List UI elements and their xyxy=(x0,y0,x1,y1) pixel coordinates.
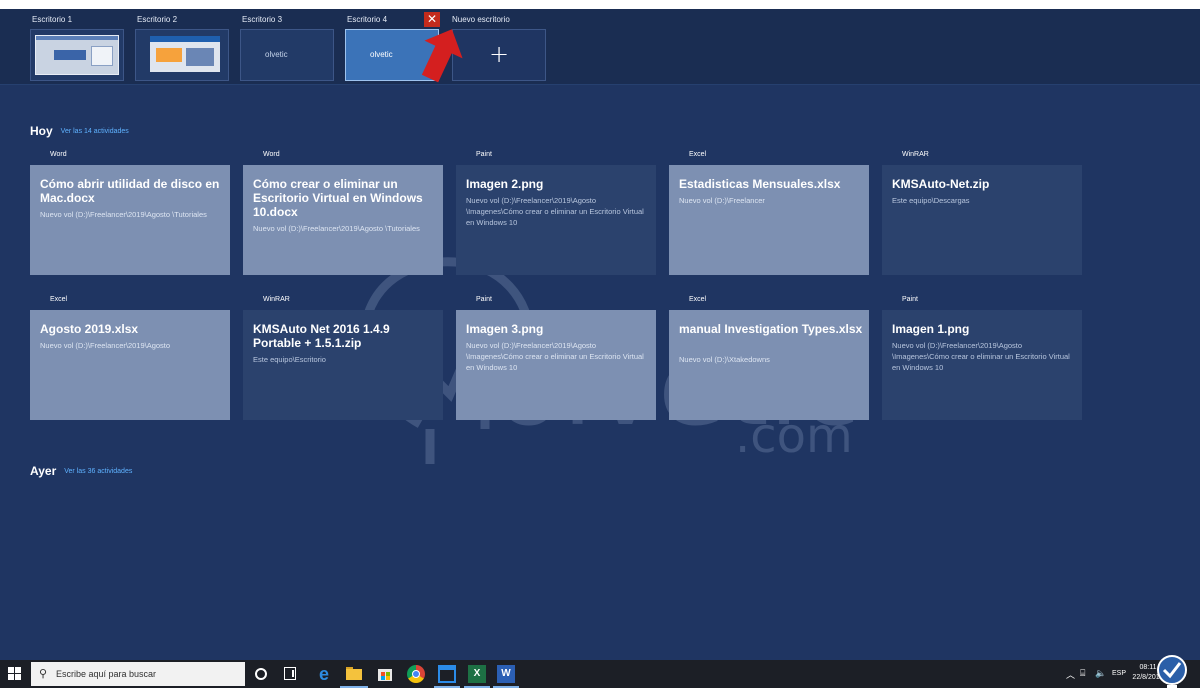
card-2-app: Word xyxy=(263,151,280,158)
edge-icon[interactable]: e xyxy=(315,665,333,683)
yesterday-title: Ayer xyxy=(30,464,57,478)
desktop-3[interactable]: Escritorio 3 olvetic xyxy=(240,9,334,85)
new-desktop-label: Nuevo escritorio xyxy=(452,15,510,24)
desktop-2-label: Escritorio 2 xyxy=(137,15,178,24)
task-view-icon[interactable] xyxy=(284,667,296,680)
card-title: KMSAuto-Net.zip xyxy=(892,177,990,191)
activity-card[interactable]: Imagen 2.png Nuevo vol (D:)\Freelancer\2… xyxy=(456,165,656,275)
search-placeholder: Escribe aquí para buscar xyxy=(56,669,157,679)
active-app-indicator xyxy=(464,686,490,688)
card-path: Nuevo vol (D:)\Freelancer\2019\Agosto \T… xyxy=(253,224,420,233)
active-app-indicator xyxy=(493,686,519,688)
store-icon[interactable] xyxy=(376,665,394,683)
desktop-2[interactable]: Escritorio 2 xyxy=(135,9,229,85)
card-10-app: Paint xyxy=(902,296,918,303)
card-3-app: Paint xyxy=(476,151,492,158)
chevron-up-icon[interactable]: ︿ xyxy=(1066,668,1075,681)
olvetic-logo xyxy=(1157,655,1187,690)
close-icon: ✕ xyxy=(426,12,438,26)
search-icon: ⚲ xyxy=(39,668,48,680)
desktop-2-thumbnail[interactable] xyxy=(135,29,229,81)
card-title: Imagen 3.png xyxy=(466,322,544,336)
desktop-1-thumbnail[interactable] xyxy=(30,29,124,81)
desktop-3-thumbnail[interactable]: olvetic xyxy=(240,29,334,81)
desktops-bar: Escritorio 1 Escritorio 2 Escritorio 3 o… xyxy=(0,9,1200,85)
activity-card[interactable]: Cómo crear o eliminar un Escritorio Virt… xyxy=(243,165,443,275)
desktop-1-label: Escritorio 1 xyxy=(32,15,73,24)
activity-card[interactable]: Cómo abrir utilidad de disco en Mac.docx… xyxy=(30,165,230,275)
activity-card[interactable]: Imagen 1.png Nuevo vol (D:)\Freelancer\2… xyxy=(882,310,1082,420)
card-title: Cómo abrir utilidad de disco en Mac.docx xyxy=(40,177,220,205)
card-path: Este equipo\Escritorio xyxy=(253,355,326,364)
card-title: Estadisticas Mensuales.xlsx xyxy=(679,177,841,191)
card-title: manual Investigation Types.xlsx xyxy=(679,322,863,336)
activity-card[interactable]: Agosto 2019.xlsx Nuevo vol (D:)\Freelanc… xyxy=(30,310,230,420)
card-path: Nuevo vol (D:)\Freelancer\2019\Agosto \I… xyxy=(466,196,644,227)
card-path: Nuevo vol (D:)\Freelancer xyxy=(679,196,765,205)
chrome-icon[interactable] xyxy=(407,665,425,683)
word-icon[interactable]: W xyxy=(497,665,515,683)
activity-card[interactable]: KMSAuto-Net.zip Este equipo\Descargas xyxy=(882,165,1082,275)
card-path: Nuevo vol (D:)\Xtakedowns xyxy=(679,355,770,364)
today-header: Hoy Ver las 14 actividades xyxy=(30,124,129,138)
today-title: Hoy xyxy=(30,124,53,138)
activity-card[interactable]: manual Investigation Types.xlsx Nuevo vo… xyxy=(669,310,869,420)
window-app-icon[interactable] xyxy=(438,665,456,683)
activity-card[interactable]: Imagen 3.png Nuevo vol (D:)\Freelancer\2… xyxy=(456,310,656,420)
card-9-app: Excel xyxy=(689,296,707,303)
card-path: Nuevo vol (D:)\Freelancer\2019\Agosto \T… xyxy=(40,210,207,219)
new-desktop-button[interactable]: + xyxy=(452,29,546,81)
activity-card[interactable]: Estadisticas Mensuales.xlsx Nuevo vol (D… xyxy=(669,165,869,275)
card-6-app: Excel xyxy=(50,296,68,303)
card-1-app: Word xyxy=(50,151,67,158)
card-path: Nuevo vol (D:)\Freelancer\2019\Agosto \I… xyxy=(466,341,644,372)
desktop-3-wallpaper-logo: olvetic xyxy=(265,50,288,59)
card-title: Imagen 2.png xyxy=(466,177,544,191)
plus-icon: + xyxy=(488,40,510,68)
task-view: Escritorio 1 Escritorio 2 Escritorio 3 o… xyxy=(0,9,1200,660)
card-title: KMSAuto Net 2016 1.4.9 Portable + 1.5.1.… xyxy=(253,322,390,350)
card-path: Este equipo\Descargas xyxy=(892,196,970,205)
card-title: Agosto 2019.xlsx xyxy=(40,322,139,336)
active-app-indicator xyxy=(434,686,460,688)
yesterday-see-all-link[interactable]: Ver las 36 actividades xyxy=(64,468,132,475)
network-icon[interactable]: ⌸ xyxy=(1080,668,1085,679)
red-arrow-icon xyxy=(421,29,463,83)
card-8-app: Paint xyxy=(476,296,492,303)
desktop-1[interactable]: Escritorio 1 xyxy=(30,9,124,85)
file-explorer-icon[interactable] xyxy=(346,665,364,683)
card-title: Imagen 1.png xyxy=(892,322,970,336)
card-path: Nuevo vol (D:)\Freelancer\2019\Agosto xyxy=(40,341,171,350)
desktop-1-preview xyxy=(35,35,119,75)
card-7-app: WinRAR xyxy=(263,296,290,303)
volume-icon[interactable]: 🔈 xyxy=(1095,668,1106,679)
desktop-4-wallpaper-logo: olvetic xyxy=(370,50,393,59)
active-app-indicator xyxy=(340,686,368,688)
yesterday-header: Ayer Ver las 36 actividades xyxy=(30,464,132,478)
desktop-2-preview xyxy=(150,36,220,72)
activity-card[interactable]: KMSAuto Net 2016 1.4.9 Portable + 1.5.1.… xyxy=(243,310,443,420)
card-path: Nuevo vol (D:)\Freelancer\2019\Agosto \I… xyxy=(892,341,1070,372)
taskbar-search[interactable]: ⚲ Escribe aquí para buscar xyxy=(31,662,245,686)
desktop-3-label: Escritorio 3 xyxy=(242,15,283,24)
today-see-all-link[interactable]: Ver las 14 actividades xyxy=(61,128,129,135)
taskbar: ⚲ Escribe aquí para buscar e X W ︿ ⌸ 🔈 E… xyxy=(0,660,1200,688)
desktop-4-label: Escritorio 4 xyxy=(347,15,388,24)
start-button[interactable] xyxy=(8,667,22,681)
excel-icon[interactable]: X xyxy=(468,665,486,683)
card-title: Cómo crear o eliminar un Escritorio Virt… xyxy=(253,177,423,219)
language-indicator[interactable]: ESP xyxy=(1112,670,1126,677)
card-5-app: WinRAR xyxy=(902,151,929,158)
card-4-app: Excel xyxy=(689,151,707,158)
cortana-icon[interactable] xyxy=(255,668,267,680)
